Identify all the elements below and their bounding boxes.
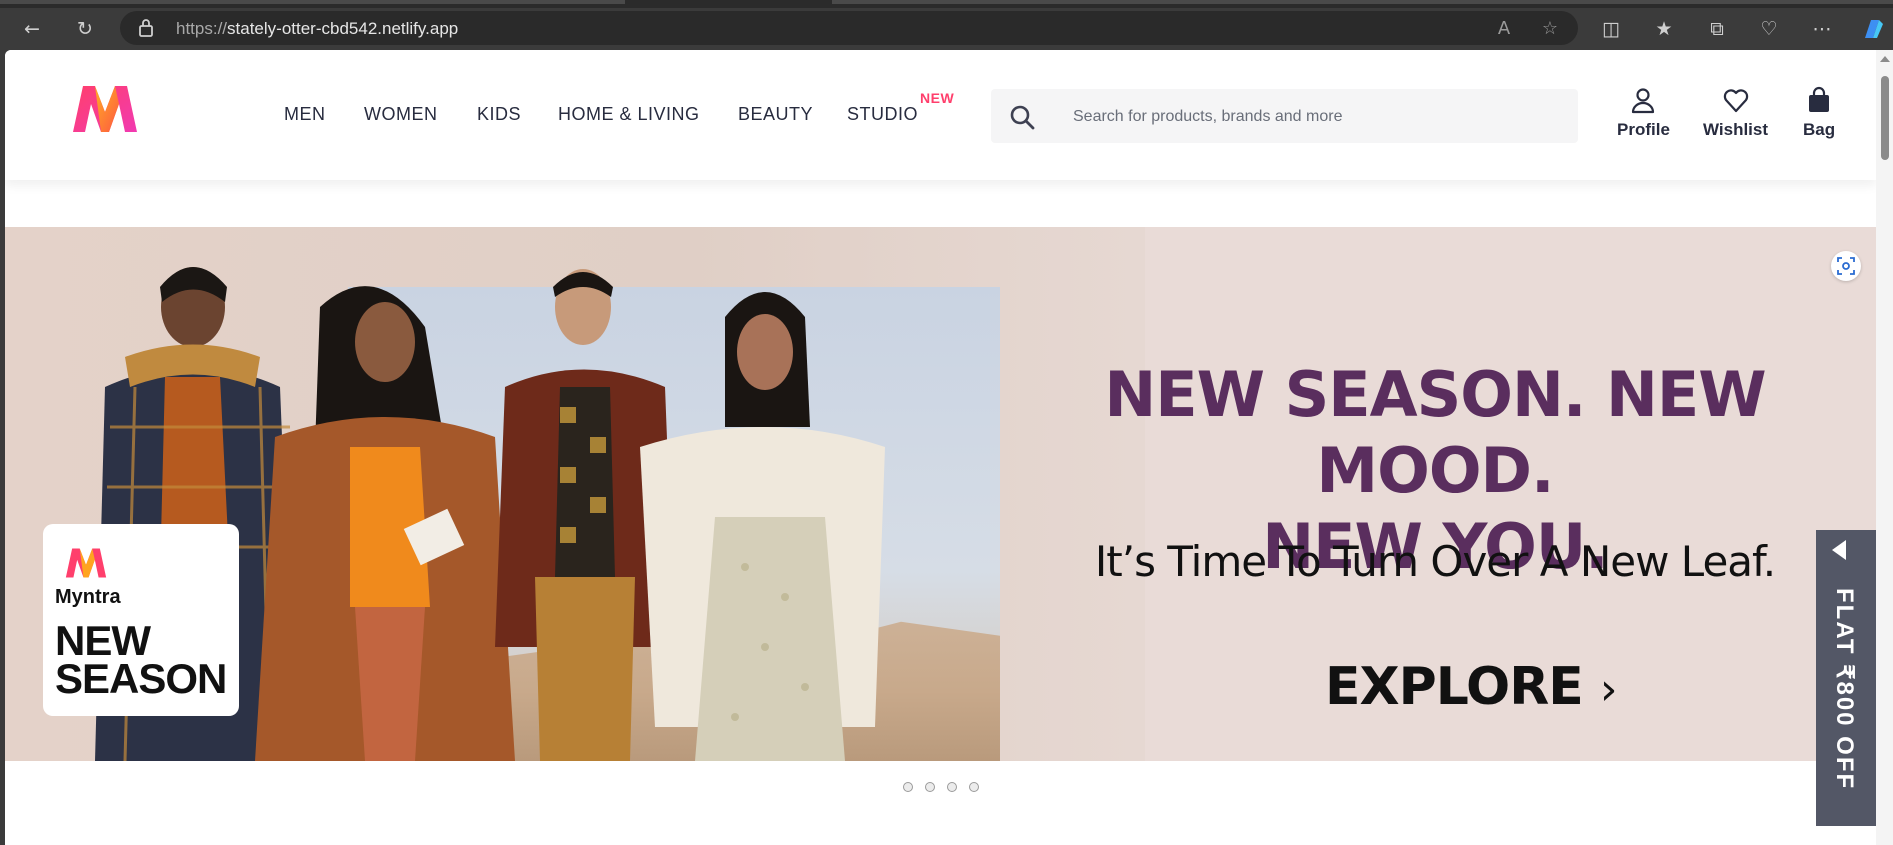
search-icon[interactable] [1009, 104, 1035, 130]
arrow-left-icon [1832, 540, 1846, 560]
explore-label: EXPLORE [1325, 657, 1584, 717]
carousel-dot[interactable] [903, 782, 913, 792]
card-brand: Myntra [55, 586, 121, 608]
url-text: https://stately-otter-cbd542.netlify.app [176, 19, 459, 38]
myntra-logo-small [65, 548, 107, 578]
profile-label: Profile [1617, 120, 1670, 139]
wishlist-label: Wishlist [1703, 120, 1769, 139]
reload-icon[interactable]: ↻ [68, 12, 102, 46]
flat-off-promo-tab[interactable]: FLAT ₹800 OFF [1816, 530, 1876, 826]
lock-icon [139, 19, 153, 37]
back-arrow-icon[interactable]: ← [15, 12, 49, 46]
chevron-right-icon: › [1599, 664, 1618, 715]
nav-beauty[interactable]: BEAUTY [738, 104, 813, 125]
wishlist-button[interactable]: Wishlist [1703, 86, 1768, 140]
explore-button[interactable]: EXPLORE › [1325, 657, 1617, 717]
card-title: NEW SEASON [55, 617, 227, 702]
carousel-dots [903, 782, 979, 792]
nav-men[interactable]: MEN [284, 104, 326, 125]
carousel-dot[interactable] [969, 782, 979, 792]
copilot-icon[interactable] [1855, 12, 1889, 46]
search-input[interactable] [1071, 89, 1555, 145]
nav-home-living[interactable]: HOME & LIVING [558, 104, 700, 125]
browser-tab-strip [0, 0, 1893, 8]
bag-icon [1809, 86, 1830, 112]
page-scrollbar[interactable] [1876, 50, 1893, 845]
carousel-dot[interactable] [925, 782, 935, 792]
more-options-icon[interactable]: ⋯ [1805, 12, 1839, 46]
promo-text: FLAT ₹800 OFF [1831, 588, 1858, 791]
search-bar[interactable] [991, 89, 1578, 145]
carousel-dot[interactable] [947, 782, 957, 792]
nav-kids[interactable]: KIDS [477, 104, 521, 125]
site-header: MEN WOMEN KIDS HOME & LIVING BEAUTY STUD… [5, 50, 1876, 180]
nav-women[interactable]: WOMEN [364, 104, 438, 125]
page-viewport: MEN WOMEN KIDS HOME & LIVING BEAUTY STUD… [5, 50, 1876, 845]
profile-button[interactable]: Profile [1617, 86, 1670, 140]
new-season-card: Myntra NEW SEASON [43, 524, 239, 716]
read-aloud-icon[interactable]: A [1492, 16, 1516, 40]
user-icon [1632, 88, 1655, 114]
browser-toolbar: ← ↻ https://stately-otter-cbd542.netlify… [0, 8, 1893, 50]
new-badge: NEW [920, 90, 955, 106]
heart-icon [1723, 89, 1748, 113]
hero-banner[interactable]: NEW SEASON. NEW MOOD. NEW YOU. It’s Time… [5, 227, 1876, 761]
collections-icon[interactable]: ⧉ [1700, 12, 1734, 46]
bag-button[interactable]: Bag [1803, 86, 1835, 140]
banner-subline: It’s Time To Turn Over A New Leaf. [1094, 537, 1776, 586]
visual-search-icon[interactable] [1831, 251, 1861, 281]
myntra-logo[interactable] [69, 82, 141, 136]
address-bar[interactable]: https://stately-otter-cbd542.netlify.app… [120, 11, 1578, 45]
browser-tab[interactable] [0, 0, 625, 4]
nav-studio[interactable]: STUDIO [847, 104, 918, 125]
favorite-star-icon[interactable]: ☆ [1538, 16, 1562, 40]
scroll-up-icon[interactable] [1880, 56, 1890, 62]
bag-label: Bag [1803, 120, 1836, 139]
scrollbar-thumb[interactable] [1881, 76, 1889, 160]
split-screen-icon[interactable]: ◫ [1594, 12, 1628, 46]
favorites-icon[interactable]: ★ [1647, 12, 1681, 46]
browser-tab[interactable] [832, 0, 1893, 4]
browser-essentials-icon[interactable]: ♡ [1752, 12, 1786, 46]
